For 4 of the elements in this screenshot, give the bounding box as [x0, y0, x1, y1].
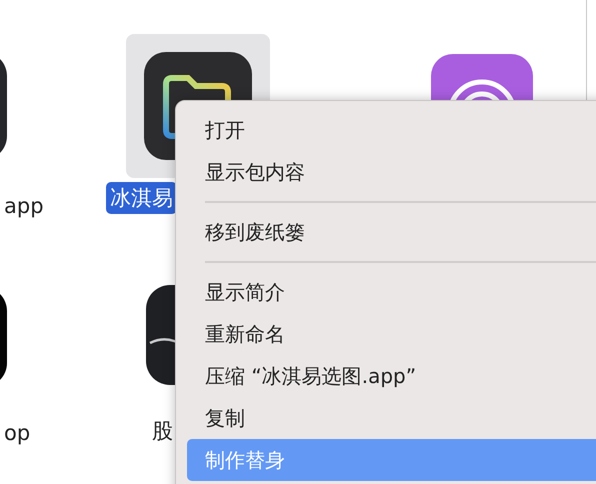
file-name: app: [3, 193, 40, 220]
file-name: 冰淇易: [106, 182, 177, 214]
file-name: op: [3, 420, 32, 447]
file-name: 股: [151, 418, 174, 445]
